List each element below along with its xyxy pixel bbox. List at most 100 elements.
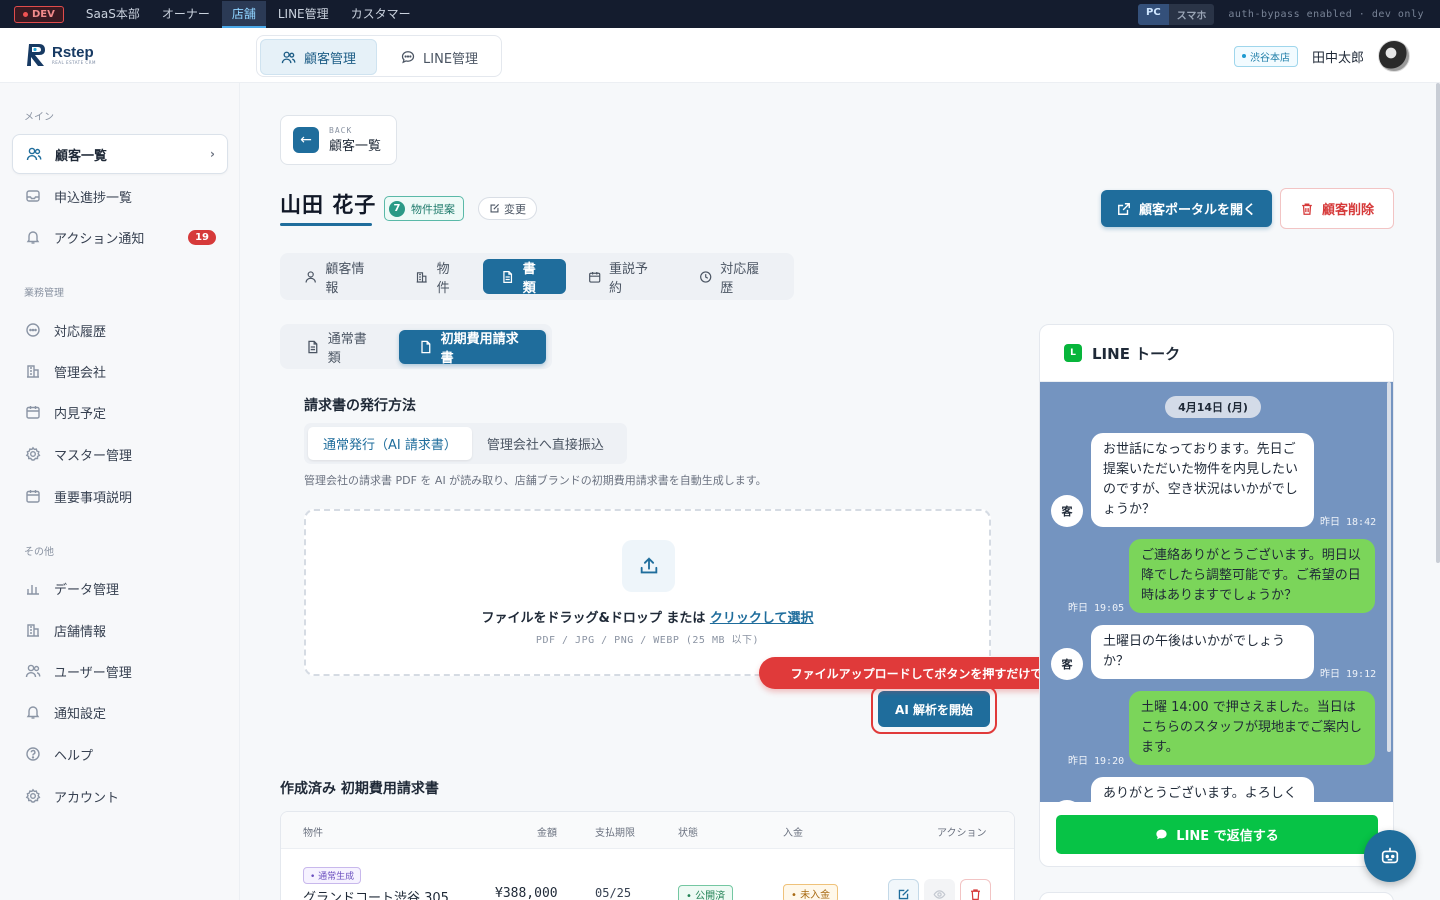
bell-icon (24, 703, 42, 721)
calendar-icon (588, 271, 600, 283)
property-name: グランドコート渋谷 305 (303, 891, 449, 900)
customer-avatar: 客 (1051, 800, 1083, 802)
column-header: 入金 (783, 828, 803, 839)
change-status-button[interactable]: 変更 (478, 197, 537, 220)
sidebar-item-label: ヘルプ (54, 748, 94, 764)
dev-tab-owner[interactable]: オーナー (152, 1, 220, 28)
published-status-tag: • 公開済 (678, 885, 734, 900)
line-logo-icon: L (1064, 344, 1082, 362)
edit-invoice-button[interactable] (888, 879, 919, 900)
sidebar-item-history[interactable]: 対応履歴 (12, 310, 228, 350)
sidebar-section-other: その他 (24, 547, 54, 558)
delete-invoice-button[interactable] (960, 879, 991, 900)
trash-icon (971, 889, 980, 900)
issue-method-title: 請求書の発行方法 (304, 398, 416, 414)
sidebar-item-customers[interactable]: 顧客一覧 › (12, 134, 228, 174)
tab-customer-info[interactable]: 顧客情報 (286, 259, 393, 296)
document-icon (503, 270, 513, 283)
sidebar-item-companies[interactable]: 管理会社 (12, 351, 228, 391)
bell-icon (24, 228, 42, 246)
subtab-initial-invoice[interactable]: 初期費用請求書 (398, 329, 546, 366)
tab-explanation-booking[interactable]: 重説予約 (570, 259, 677, 296)
app-header: Rstep REAL ESTATE CRM 顧客管理 LINE管理 渋谷本店 田… (0, 28, 1440, 83)
eye-icon (933, 890, 946, 899)
view-pc-button[interactable]: PC (1138, 4, 1169, 25)
message-time: 昨日 19:20 (1068, 756, 1125, 767)
page-scrollbar[interactable] (1436, 83, 1440, 563)
delete-customer-button[interactable]: 顧客削除 (1280, 188, 1394, 229)
column-header: 支払期限 (595, 828, 635, 839)
tab-property[interactable]: 物件 (397, 259, 479, 296)
table-row[interactable]: • 通常生成 グランドコート渋谷 305 ¥388,000 05/25 • 公開… (281, 849, 1014, 900)
sidebar-item-applications[interactable]: 申込進捗一覧 (12, 176, 228, 216)
customer-name-underline (280, 223, 372, 226)
customer-name: 山田 花子 (280, 193, 377, 217)
sidebar-item-notifications[interactable]: アクション通知 19 (12, 217, 228, 257)
assistant-bot-button[interactable] (1364, 830, 1416, 882)
issue-method-toggle: 通常発行（AI 請求書） 管理会社へ直接振込 (304, 423, 627, 464)
user-name[interactable]: 田中太郎 (1312, 47, 1364, 66)
change-status-label: 変更 (504, 202, 526, 216)
sidebar-item-label: 顧客一覧 (55, 148, 108, 164)
column-header: アクション (937, 828, 987, 839)
message-time: 昨日 19:12 (1320, 669, 1377, 680)
tab-documents[interactable]: 書類 (483, 259, 566, 296)
logo-text: Rstep (52, 43, 94, 61)
dev-tab-saas[interactable]: SaaS本部 (76, 1, 150, 28)
open-portal-button[interactable]: 顧客ポータルを開く (1101, 190, 1272, 227)
arrow-left-icon: ← (293, 127, 319, 153)
file-dropzone[interactable]: ファイルをドラッグ&ドロップ または クリックして選択 PDF / JPG / … (304, 509, 991, 676)
line-reply-button[interactable]: LINE で返信する (1056, 815, 1378, 854)
subtab-regular-documents[interactable]: 通常書類 (286, 330, 395, 366)
trash-icon (1302, 203, 1312, 215)
avatar[interactable] (1378, 40, 1410, 72)
logo-sub: REAL ESTATE CRM (52, 59, 96, 65)
select-file-link[interactable]: クリックして選択 (710, 611, 814, 626)
back-button[interactable]: ← BACK 顧客一覧 (280, 115, 397, 165)
tab-label: 物件 (436, 261, 450, 296)
sidebar-item-help[interactable]: ヘルプ (12, 734, 228, 774)
view-sp-button[interactable]: スマホ (1169, 4, 1215, 25)
dev-role-tabs: SaaS本部 オーナー 店舗 LINE管理 カスタマー (76, 0, 421, 28)
topnav-customers[interactable]: 顧客管理 (260, 39, 378, 75)
logo[interactable]: Rstep REAL ESTATE CRM (26, 42, 96, 68)
topnav-line[interactable]: LINE管理 (381, 39, 498, 75)
document-icon (308, 340, 318, 353)
status-step-number: 7 (389, 200, 405, 217)
preview-invoice-button[interactable] (924, 879, 955, 900)
chevron-right-icon: › (210, 147, 215, 161)
top-nav: 顧客管理 LINE管理 (256, 35, 503, 77)
status-label: 物件提案 (411, 202, 455, 216)
chat-history[interactable]: 4月14日 (月) 客 お世話になっております。先日ご提案いただいた物件を内見し… (1040, 382, 1393, 802)
dev-toolbar: DEV SaaS本部 オーナー 店舗 LINE管理 カスタマー PC スマホ a… (0, 0, 1440, 28)
sidebar-item-notify-settings[interactable]: 通知設定 (12, 692, 228, 732)
message-incoming: ありがとうございます。よろしくお願いします。 (1091, 777, 1314, 802)
users-icon (25, 145, 43, 163)
dev-badge: DEV (14, 5, 64, 23)
generation-type-label: 通常生成 (318, 872, 355, 882)
sidebar-item-master[interactable]: マスター管理 (12, 434, 228, 474)
sidebar-item-account[interactable]: アカウント (12, 776, 228, 816)
dev-tab-customer[interactable]: カスタマー (341, 1, 421, 28)
issue-option-direct[interactable]: 管理会社へ直接振込 (472, 427, 619, 460)
chat-scrollbar[interactable] (1387, 382, 1391, 752)
notification-count-badge: 19 (188, 229, 216, 245)
dev-right: PC スマホ auth-bypass enabled · dev only (1138, 4, 1424, 25)
line-panel-header: L LINE トーク (1040, 325, 1393, 382)
dev-tab-line[interactable]: LINE管理 (268, 1, 339, 28)
generation-type-tag: • 通常生成 (303, 867, 362, 884)
tab-history[interactable]: 対応履歴 (681, 259, 788, 296)
topnav-customers-label: 顧客管理 (304, 51, 357, 67)
sidebar-item-users[interactable]: ユーザー管理 (12, 651, 228, 691)
sidebar-item-viewings[interactable]: 内見予定 (12, 392, 228, 432)
start-ai-analysis-button[interactable]: AI 解析を開始 (878, 691, 990, 727)
sidebar-item-store[interactable]: 店舗情報 (12, 610, 228, 650)
sidebar-item-explanation[interactable]: 重要事項説明 (12, 476, 228, 516)
issue-option-ai[interactable]: 通常発行（AI 請求書） (308, 427, 472, 460)
sidebar-item-data[interactable]: データ管理 (12, 568, 228, 608)
message-time: 昨日 19:05 (1068, 603, 1125, 614)
document-subtabs: 通常書類 初期費用請求書 (280, 324, 552, 369)
line-talk-panel: L LINE トーク 4月14日 (月) 客 お世話になっております。先日ご提案… (1039, 324, 1394, 867)
tab-label: 顧客情報 (325, 261, 365, 296)
dev-tab-store[interactable]: 店舗 (221, 0, 266, 28)
